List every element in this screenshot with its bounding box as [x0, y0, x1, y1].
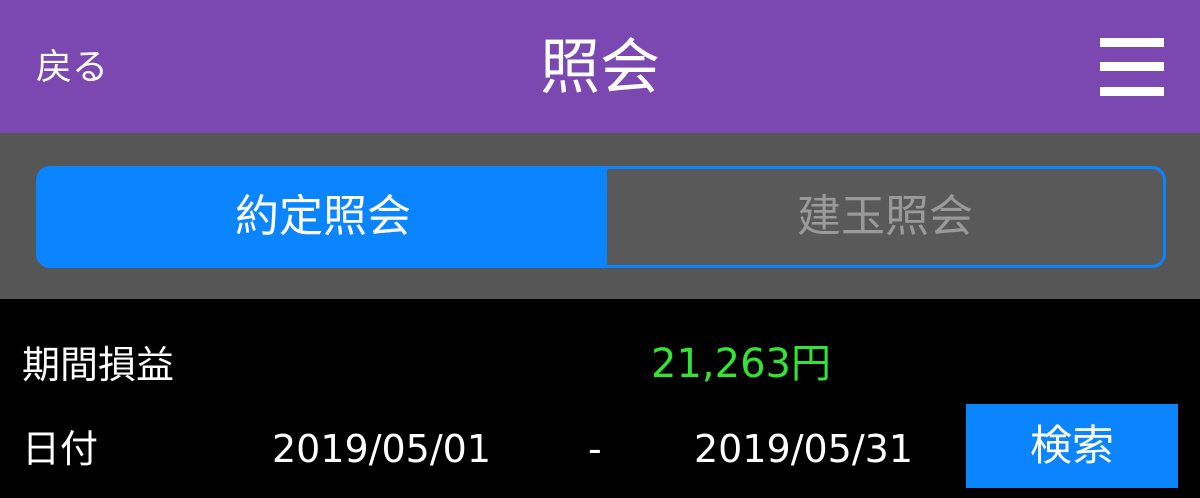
segmented-control: 約定照会 建玉照会 — [36, 166, 1166, 268]
period-profit-loss-label: 期間損益 — [22, 343, 175, 387]
date-range-separator: - — [588, 427, 602, 471]
tab-position-inquiry[interactable]: 建玉照会 — [607, 169, 1163, 265]
hamburger-menu-icon[interactable] — [1100, 38, 1164, 96]
date-to-field[interactable]: 2019/05/31 — [694, 424, 913, 474]
menu-line — [1100, 38, 1164, 47]
page-title: 照会 — [540, 33, 660, 103]
app-header: 戻る 照会 — [0, 0, 1200, 133]
date-label: 日付 — [22, 427, 99, 471]
menu-line — [1100, 87, 1164, 96]
period-profit-loss-value: 21,263円 — [651, 341, 831, 387]
search-button[interactable]: 検索 — [966, 404, 1178, 488]
back-button[interactable]: 戻る — [36, 44, 108, 92]
menu-line — [1100, 62, 1164, 71]
tab-bar: 約定照会 建玉照会 — [0, 133, 1200, 299]
date-from-field[interactable]: 2019/05/01 — [272, 424, 491, 474]
tab-execution-inquiry[interactable]: 約定照会 — [39, 169, 607, 265]
